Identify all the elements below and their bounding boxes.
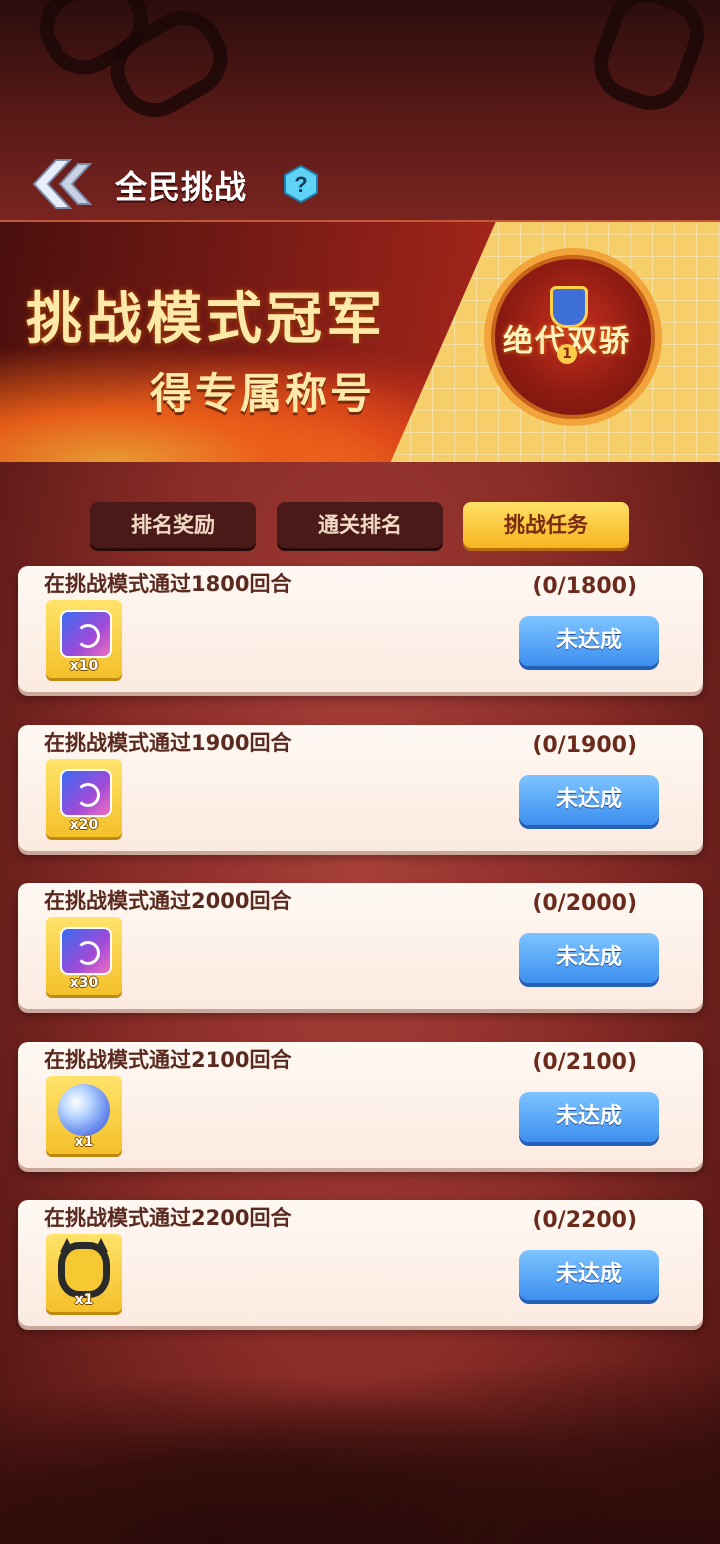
page-title: 全民挑战 xyxy=(115,168,248,206)
task-progress: (0/2100) xyxy=(532,1050,637,1075)
tab-rank-rewards[interactable]: 排名奖励 xyxy=(90,502,256,548)
task-title: 在挑战模式通过1800回合 xyxy=(44,572,292,596)
reward-item[interactable]: x30 xyxy=(46,917,122,995)
svg-text:?: ? xyxy=(294,172,307,197)
banner-subheadline: 得专属称号 xyxy=(150,369,376,418)
badge-rank-number: 1 xyxy=(557,344,577,364)
task-title: 在挑战模式通过2000回合 xyxy=(44,889,292,913)
chain-decoration xyxy=(582,0,716,122)
task-title: 在挑战模式通过2200回合 xyxy=(44,1206,292,1230)
task-progress: (0/1800) xyxy=(532,574,637,599)
task-title: 在挑战模式通过2100回合 xyxy=(44,1048,292,1072)
reward-quantity: x1 xyxy=(74,1134,94,1150)
back-button[interactable] xyxy=(30,156,100,212)
task-status-button[interactable]: 未达成 xyxy=(519,775,659,825)
task-progress: (0/1900) xyxy=(532,733,637,758)
task-status-button[interactable]: 未达成 xyxy=(519,1250,659,1300)
reward-quantity: x1 xyxy=(74,1292,94,1308)
puzzle-fragment-icon xyxy=(60,927,112,975)
tab-bar: 排名奖励 通关排名 挑战任务 xyxy=(0,502,720,550)
banner-headline: 挑战模式冠军 xyxy=(26,287,386,352)
page-header: 全民挑战 ? xyxy=(0,150,720,220)
task-progress: (0/2200) xyxy=(532,1208,637,1233)
task-card: 在挑战模式通过1900回合 (0/1900) x20 未达成 xyxy=(18,725,703,851)
tab-challenge-tasks[interactable]: 挑战任务 xyxy=(463,502,629,548)
crystal-orb-icon xyxy=(58,1084,110,1136)
task-card: 在挑战模式通过1800回合 (0/1800) x10 未达成 xyxy=(18,566,703,692)
task-status-button[interactable]: 未达成 xyxy=(519,1092,659,1142)
avatar-frame-icon xyxy=(58,1242,110,1298)
task-title: 在挑战模式通过1900回合 xyxy=(44,731,292,755)
reward-item[interactable]: x1 xyxy=(46,1234,122,1312)
task-card: 在挑战模式通过2100回合 (0/2100) x1 未达成 xyxy=(18,1042,703,1168)
puzzle-fragment-icon xyxy=(60,610,112,658)
rocks-decoration xyxy=(0,1344,720,1544)
help-button[interactable]: ? xyxy=(282,164,320,204)
reward-quantity: x20 xyxy=(69,817,99,833)
task-card: 在挑战模式通过2000回合 (0/2000) x30 未达成 xyxy=(18,883,703,1009)
tab-clear-ranking[interactable]: 通关排名 xyxy=(277,502,443,548)
puzzle-fragment-icon xyxy=(60,769,112,817)
task-card: 在挑战模式通过2200回合 (0/2200) x1 未达成 xyxy=(18,1200,703,1326)
question-mark-icon: ? xyxy=(284,164,318,204)
task-progress: (0/2000) xyxy=(532,891,637,916)
task-status-button[interactable]: 未达成 xyxy=(519,933,659,983)
double-chevron-left-icon xyxy=(32,159,93,209)
reward-item[interactable]: x10 xyxy=(46,600,122,678)
task-status-button[interactable]: 未达成 xyxy=(519,616,659,666)
reward-quantity: x30 xyxy=(69,975,99,991)
reward-item[interactable]: x20 xyxy=(46,759,122,837)
reward-quantity: x10 xyxy=(69,658,99,674)
reward-item[interactable]: x1 xyxy=(46,1076,122,1154)
